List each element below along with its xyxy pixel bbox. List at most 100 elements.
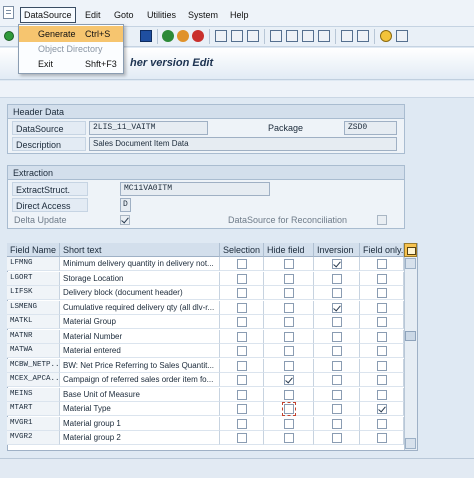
hide-field-checkbox[interactable] [284, 419, 294, 429]
hide-field-checkbox[interactable] [284, 361, 294, 371]
inversion-checkbox[interactable] [332, 419, 342, 429]
field-only-checkbox[interactable] [377, 419, 387, 429]
first-page-icon[interactable] [270, 30, 282, 42]
exit-icon[interactable] [177, 30, 189, 42]
menu-item-generate[interactable]: Generate Ctrl+S [19, 26, 123, 42]
direct-access-field[interactable]: D [120, 198, 131, 212]
column-header-field-name[interactable]: Field Name [7, 243, 60, 257]
hide-field-checkbox[interactable] [284, 259, 294, 269]
hide-field-checkbox[interactable] [284, 303, 294, 313]
datasource-field[interactable]: 2LIS_11_VAITM [89, 121, 208, 135]
vertical-scrollbar[interactable] [404, 257, 417, 450]
last-page-icon[interactable] [318, 30, 330, 42]
field-only-checkbox[interactable] [377, 433, 387, 443]
previous-page-icon[interactable] [286, 30, 298, 42]
cell-field-name: MEINS [7, 388, 60, 402]
inversion-checkbox[interactable] [332, 288, 342, 298]
selection-checkbox[interactable] [237, 317, 247, 327]
back-icon[interactable] [162, 30, 174, 42]
hide-field-checkbox[interactable] [284, 346, 294, 356]
find-icon[interactable] [231, 30, 243, 42]
hide-field-checkbox[interactable] [284, 433, 294, 443]
selection-checkbox[interactable] [237, 433, 247, 443]
inversion-checkbox[interactable] [332, 332, 342, 342]
inversion-checkbox[interactable] [332, 433, 342, 443]
field-only-checkbox[interactable] [377, 375, 387, 385]
menu-edit[interactable]: Edit [82, 7, 104, 23]
selection-checkbox[interactable] [237, 259, 247, 269]
inversion-checkbox[interactable] [332, 303, 342, 313]
hide-field-checkbox[interactable] [284, 390, 294, 400]
selection-checkbox[interactable] [237, 332, 247, 342]
find-next-icon[interactable] [247, 30, 259, 42]
inversion-checkbox[interactable] [332, 361, 342, 371]
menu-utilities[interactable]: Utilities [144, 7, 179, 23]
field-only-checkbox[interactable] [377, 404, 387, 414]
cell-field-name: LIFSK [7, 286, 60, 300]
hide-field-checkbox[interactable] [282, 402, 296, 416]
inversion-checkbox[interactable] [332, 375, 342, 385]
selection-checkbox[interactable] [237, 274, 247, 284]
extractstruct-field[interactable]: MC11VA0ITM [120, 182, 270, 196]
layout-menu-icon[interactable] [396, 30, 408, 42]
column-header-selection[interactable]: Selection [220, 243, 264, 257]
save-icon[interactable] [140, 30, 152, 42]
application-toolbar [0, 81, 474, 98]
selection-checkbox[interactable] [237, 404, 247, 414]
create-session-icon[interactable] [341, 30, 353, 42]
hide-field-checkbox[interactable] [284, 375, 294, 385]
extraction-title: Extraction [8, 166, 404, 180]
menu-help[interactable]: Help [227, 7, 252, 23]
description-field[interactable]: Sales Document Item Data [89, 137, 397, 151]
scroll-thumb[interactable] [405, 331, 416, 341]
column-header-inversion[interactable]: Inversion [314, 243, 360, 257]
selection-checkbox[interactable] [237, 375, 247, 385]
field-only-checkbox[interactable] [377, 361, 387, 371]
inversion-checkbox[interactable] [332, 259, 342, 269]
menu-item-exit[interactable]: Exit Shft+F3 [19, 56, 123, 72]
cell-field-name: MTART [7, 402, 60, 416]
field-only-checkbox[interactable] [377, 259, 387, 269]
toolbar-separator [209, 29, 210, 44]
help-icon[interactable] [380, 30, 392, 42]
selection-checkbox[interactable] [237, 288, 247, 298]
field-only-checkbox[interactable] [377, 274, 387, 284]
next-page-icon[interactable] [302, 30, 314, 42]
field-only-checkbox[interactable] [377, 317, 387, 327]
menu-goto[interactable]: Goto [111, 7, 137, 23]
field-only-checkbox[interactable] [377, 346, 387, 356]
menu-system[interactable]: System [185, 7, 221, 23]
field-only-checkbox[interactable] [377, 288, 387, 298]
inversion-checkbox[interactable] [332, 390, 342, 400]
selection-checkbox[interactable] [237, 419, 247, 429]
column-header-hide-field[interactable]: Hide field [264, 243, 314, 257]
column-header-short-text[interactable]: Short text [60, 243, 220, 257]
inversion-checkbox[interactable] [332, 346, 342, 356]
selection-checkbox[interactable] [237, 390, 247, 400]
column-header-field-only[interactable]: Field only... [360, 243, 404, 257]
menu-datasource[interactable]: DataSource [20, 7, 76, 23]
field-only-checkbox[interactable] [377, 332, 387, 342]
selection-checkbox[interactable] [237, 303, 247, 313]
field-only-checkbox[interactable] [377, 390, 387, 400]
inversion-checkbox[interactable] [332, 404, 342, 414]
system-menu-icon[interactable] [3, 6, 14, 19]
selection-checkbox[interactable] [237, 361, 247, 371]
hide-field-checkbox[interactable] [284, 288, 294, 298]
scroll-up-button[interactable] [405, 258, 416, 269]
shortcut-icon[interactable] [357, 30, 369, 42]
table-settings-icon[interactable] [404, 243, 417, 257]
selection-checkbox[interactable] [237, 346, 247, 356]
package-field[interactable]: ZSD0 [344, 121, 397, 135]
field-only-checkbox[interactable] [377, 303, 387, 313]
print-icon[interactable] [215, 30, 227, 42]
inversion-checkbox[interactable] [332, 317, 342, 327]
enter-icon[interactable] [4, 31, 14, 41]
hide-field-checkbox[interactable] [284, 332, 294, 342]
scroll-down-button[interactable] [405, 438, 416, 449]
hide-field-checkbox[interactable] [284, 274, 294, 284]
inversion-checkbox[interactable] [332, 274, 342, 284]
hide-field-checkbox[interactable] [284, 317, 294, 327]
header-data-title: Header Data [8, 105, 404, 119]
cancel-icon[interactable] [192, 30, 204, 42]
